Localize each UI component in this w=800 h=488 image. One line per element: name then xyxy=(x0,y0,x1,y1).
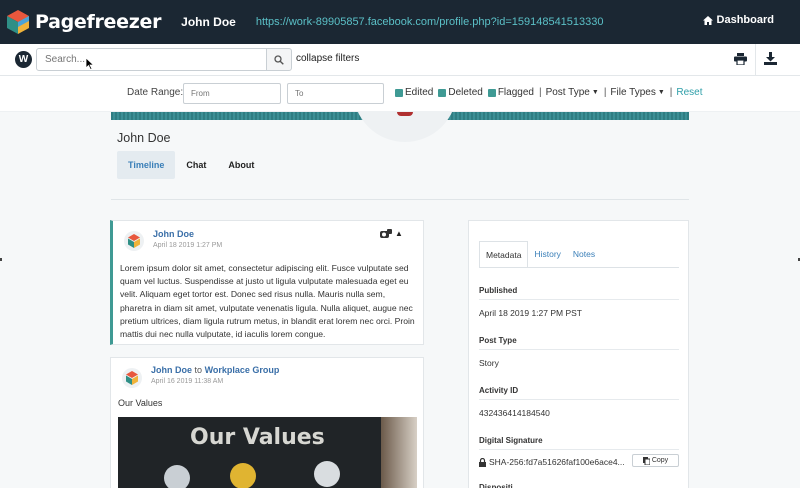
field-divider xyxy=(479,299,679,300)
caret-down-icon: ▼ xyxy=(657,89,665,96)
file-types-label: File Types xyxy=(610,87,656,98)
timeline-post[interactable]: John Doe April 18 2019 1:27 PM ▲ Lorem i… xyxy=(110,220,424,345)
search-input[interactable] xyxy=(36,48,267,71)
field-divider xyxy=(479,399,679,400)
filter-divider: | xyxy=(603,87,607,98)
toolbar-divider xyxy=(755,44,756,76)
caret-down-icon: ▼ xyxy=(591,89,599,96)
signature-row: SHA-256:fd7a51626faf100e6ace4... xyxy=(479,457,625,467)
brand-name: Pagefreezer xyxy=(35,11,162,33)
profile-tabs: Timeline Chat About xyxy=(117,151,265,179)
filter-flagged-label: Flagged xyxy=(497,87,534,98)
post-author-link[interactable]: John Doe xyxy=(151,365,192,375)
tab-notes[interactable]: Notes xyxy=(567,241,601,268)
post-author-link[interactable]: John Doe xyxy=(153,229,194,239)
group-link[interactable]: Workplace Group xyxy=(205,365,280,375)
post-connector: to xyxy=(194,365,203,375)
search-toolbar: W collapse filters xyxy=(0,44,800,76)
filter-divider: | xyxy=(669,87,673,98)
post-date: April 18 2019 1:27 PM xyxy=(153,242,223,249)
checkbox-icon xyxy=(487,88,496,97)
top-navigation-bar: Pagefreezer John Doe https://work-899058… xyxy=(0,0,800,44)
tab-chat[interactable]: Chat xyxy=(175,151,217,179)
value-icon xyxy=(164,465,190,488)
home-icon xyxy=(702,15,713,25)
dashboard-label: Dashboard xyxy=(716,14,774,26)
pagefreezer-logo-icon xyxy=(7,10,29,34)
post-text: Our Values xyxy=(118,398,163,408)
search-button[interactable] xyxy=(266,48,292,71)
signature-value: SHA-256:fd7a51626faf100e6ace4... xyxy=(489,457,625,467)
filter-bar: Date Range: Edited Deleted Flagged | Pos… xyxy=(0,76,800,112)
pagefreezer-logo[interactable]: Pagefreezer xyxy=(6,9,161,35)
copy-icon xyxy=(642,456,650,465)
filter-deleted-label: Deleted xyxy=(448,87,483,98)
print-icon[interactable] xyxy=(734,53,747,68)
digital-signature-label: Digital Signature xyxy=(479,436,543,445)
filter-edited-label: Edited xyxy=(405,87,434,98)
tab-metadata[interactable]: Metadata xyxy=(479,241,529,268)
post-type-label: Post Type xyxy=(545,87,590,98)
mouse-cursor-icon xyxy=(86,58,94,70)
lock-icon xyxy=(479,457,486,467)
post-body: Lorem ipsum dolor sit amet, consectetur … xyxy=(120,263,415,340)
panel-tabs: Metadata History Notes xyxy=(479,241,601,268)
author-avatar xyxy=(124,231,144,251)
checkbox-icon xyxy=(395,88,403,97)
profile-url-link[interactable]: https://work-89905857.facebook.com/profi… xyxy=(256,16,604,28)
field-divider xyxy=(479,449,679,450)
post-type-dropdown[interactable]: Post Type ▼ xyxy=(546,87,599,98)
tab-underline xyxy=(479,267,679,268)
post-type-value: Story xyxy=(479,358,499,368)
tab-history[interactable]: History xyxy=(528,241,566,268)
tab-about[interactable]: About xyxy=(217,151,265,179)
edge-marker xyxy=(0,258,2,261)
field-divider xyxy=(479,349,679,350)
file-types-dropdown[interactable]: File Types ▼ xyxy=(610,87,664,98)
next-field-label-cut: Dispositi xyxy=(479,483,513,488)
post-header: John Doe to Workplace Group xyxy=(151,365,279,375)
date-from-input[interactable] xyxy=(183,83,281,104)
image-window-light xyxy=(381,417,417,488)
published-label: Published xyxy=(479,286,518,295)
checkbox-icon xyxy=(438,88,447,97)
post-date: April 16 2019 11:38 AM xyxy=(151,378,224,385)
search-icon xyxy=(274,54,284,65)
value-icon xyxy=(314,461,340,487)
image-caption: Our Values xyxy=(190,425,325,450)
filter-deleted-checkbox[interactable]: Deleted xyxy=(438,87,483,98)
dashboard-link[interactable]: Dashboard xyxy=(702,14,774,26)
activity-id-value: 432436414184540 xyxy=(479,408,550,418)
reset-link[interactable]: Reset xyxy=(676,87,702,98)
profile-name: John Doe xyxy=(117,131,171,145)
copy-label: Copy xyxy=(651,457,669,464)
section-divider xyxy=(111,199,689,200)
collapse-caret-icon[interactable]: ▲ xyxy=(395,229,403,238)
metadata-panel: Metadata History Notes Published April 1… xyxy=(468,220,689,488)
tab-timeline[interactable]: Timeline xyxy=(117,151,176,179)
date-to-input[interactable] xyxy=(287,83,384,104)
avatar-graphic xyxy=(397,112,413,116)
tag-icon[interactable] xyxy=(379,228,393,239)
copy-button[interactable]: Copy xyxy=(632,454,679,467)
date-range-label: Date Range: xyxy=(127,87,184,98)
workplace-icon: W xyxy=(15,51,32,68)
filter-flagged-checkbox[interactable]: Flagged xyxy=(487,87,534,98)
author-avatar xyxy=(122,368,142,388)
post-type-label: Post Type xyxy=(479,336,517,345)
download-icon[interactable] xyxy=(764,52,777,68)
filter-options: Edited Deleted Flagged | Post Type ▼ | Fi… xyxy=(395,87,702,98)
filter-divider: | xyxy=(538,87,542,98)
filter-edited-checkbox[interactable]: Edited xyxy=(395,87,433,98)
collapse-filters-link[interactable]: collapse filters xyxy=(296,53,359,64)
archive-user-name: John Doe xyxy=(181,15,236,29)
timeline-post[interactable]: John Doe to Workplace Group April 16 201… xyxy=(110,357,424,488)
value-icon xyxy=(230,463,256,488)
activity-id-label: Activity ID xyxy=(479,386,519,395)
post-actions: ▲ xyxy=(379,228,403,239)
published-value: April 18 2019 1:27 PM PST xyxy=(479,308,583,318)
post-image[interactable]: Our Values xyxy=(118,417,417,488)
